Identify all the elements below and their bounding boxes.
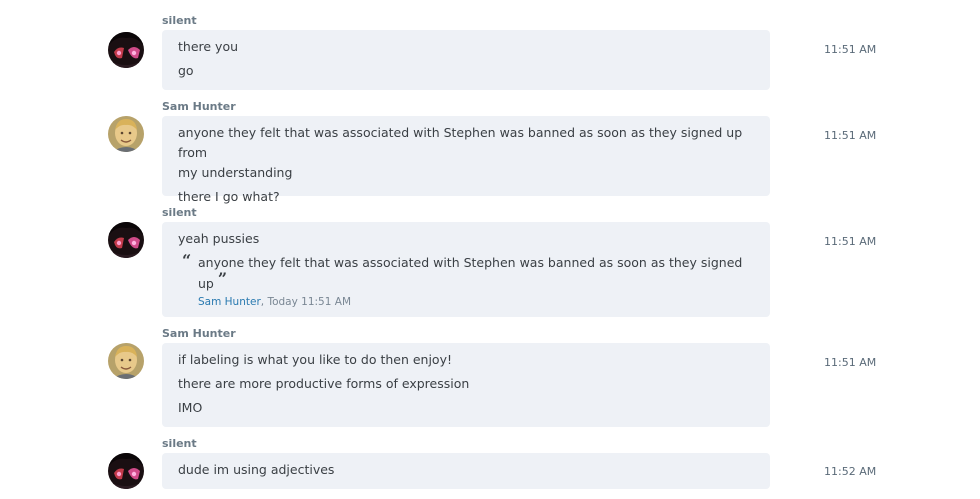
message-text: yeah pussies: [178, 231, 260, 246]
quote-close-icon: ”: [217, 269, 228, 288]
timestamp: 11:51 AM: [824, 129, 877, 142]
message-text: there I go what?: [178, 189, 280, 204]
quote-author-link[interactable]: Sam Hunter: [198, 296, 261, 308]
quote-text-line: anyone they felt that was associated wit…: [198, 255, 743, 270]
message-bubble: if labeling is what you like to do then …: [162, 343, 770, 427]
photo-avatar-icon: [108, 116, 144, 152]
message-text: there you: [178, 39, 239, 54]
avatar[interactable]: [108, 32, 144, 68]
avatar[interactable]: [108, 116, 144, 152]
sender-name[interactable]: silent: [162, 14, 197, 27]
timestamp: 11:51 AM: [824, 356, 877, 369]
quote-timestamp: Today 11:51 AM: [267, 296, 351, 308]
message-text: if labeling is what you like to do then …: [178, 352, 452, 367]
message-text: there are more productive forms of expre…: [178, 376, 470, 391]
message-bubble: yeah pussies “ anyone they felt that was…: [162, 222, 770, 317]
message-text: IMO: [178, 400, 203, 415]
message-bubble: anyone they felt that was associated wit…: [162, 116, 770, 204]
sender-name[interactable]: Sam Hunter: [162, 100, 236, 113]
message-bubble: there you go: [162, 30, 770, 90]
avatar[interactable]: [108, 453, 144, 489]
sender-name[interactable]: silent: [162, 437, 197, 450]
sender-name[interactable]: Sam Hunter: [162, 327, 236, 340]
chat-message: silent there you go 11:51 AM: [0, 14, 980, 94]
sender-name[interactable]: silent: [162, 206, 197, 219]
quote-text: anyone they felt that was associated wit…: [198, 253, 754, 294]
chat-message: Sam Hunter anyone they felt that was ass…: [0, 100, 980, 204]
quote-text-line: up”: [198, 269, 754, 294]
quote-open-icon: “: [182, 251, 192, 270]
message-text-line: my understanding: [178, 165, 293, 180]
quoted-message: “ anyone they felt that was associated w…: [178, 251, 754, 310]
anime-avatar-icon: [108, 453, 144, 489]
message-text: go: [178, 63, 194, 78]
quote-text-end: up: [198, 276, 214, 291]
photo-avatar-icon: [108, 343, 144, 379]
chat-message: Sam Hunter if labeling is what you like …: [0, 327, 980, 431]
avatar[interactable]: [108, 222, 144, 258]
timestamp: 11:52 AM: [824, 465, 877, 478]
quote-source: Sam Hunter, Today 11:51 AM: [198, 294, 754, 310]
chat-transcript: silent there you go 11:51 AM Sam Hunter: [0, 0, 980, 499]
anime-avatar-icon: [108, 32, 144, 68]
message-bubble: dude im using adjectives: [162, 453, 770, 489]
anime-avatar-icon: [108, 222, 144, 258]
chat-message: silent dude im using adjectives 11:52 AM: [0, 437, 980, 499]
chat-message: silent yeah pussies “ anyone they felt t…: [0, 206, 980, 322]
message-text: anyone they felt that was associated wit…: [178, 123, 754, 183]
timestamp: 11:51 AM: [824, 235, 877, 248]
message-text: dude im using adjectives: [178, 462, 335, 477]
timestamp: 11:51 AM: [824, 43, 877, 56]
avatar[interactable]: [108, 343, 144, 379]
message-text-line: anyone they felt that was associated wit…: [178, 125, 743, 160]
